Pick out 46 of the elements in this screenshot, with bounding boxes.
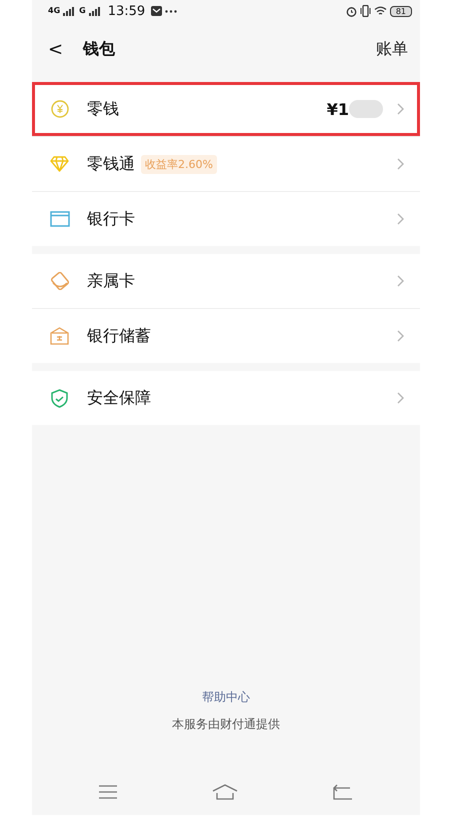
battery-level: 81 (390, 6, 412, 16)
item-label: 零钱通 (87, 154, 135, 174)
item-label: 银行卡 (87, 208, 135, 230)
yield-badge: 收益率2.60% (141, 154, 217, 174)
help-center-link[interactable]: 帮助中心 (202, 689, 250, 706)
tilted-card-icon (50, 272, 70, 290)
signal-icon (88, 6, 100, 16)
menu-icon[interactable] (99, 785, 118, 799)
item-label: 零钱 (87, 98, 119, 120)
shield-icon (51, 388, 68, 408)
signal-icon (63, 6, 74, 16)
chevron-icon (397, 330, 404, 342)
more-icon (165, 10, 178, 12)
back-nav-icon[interactable] (332, 784, 353, 800)
wallet-item[interactable]: 零钱 ¥1 (32, 82, 420, 136)
wallet-item[interactable]: 零钱通 收益率2.60% (32, 136, 420, 191)
blur-mosaic (349, 100, 383, 118)
wallet-item[interactable]: 银行储蓄 (32, 308, 420, 363)
balance-amount: ¥1 (326, 100, 349, 118)
chevron-icon (397, 213, 404, 225)
network-label: G (79, 7, 86, 15)
message-icon (151, 6, 162, 16)
back-button[interactable]: < (42, 38, 70, 60)
chevron-icon (397, 275, 404, 287)
bill-button[interactable]: 账单 (376, 38, 408, 60)
wifi-icon (374, 6, 387, 16)
chevron-icon (397, 158, 404, 170)
provider-note: 本服务由财付通提供 (172, 716, 280, 733)
wallet-item[interactable]: 安全保障 (32, 371, 420, 425)
wallet-item[interactable]: 银行卡 (32, 191, 420, 246)
wallet-item[interactable]: 亲属卡 (32, 254, 420, 308)
bank-icon (50, 327, 69, 345)
chevron-icon (397, 103, 404, 115)
bank-card-icon (50, 211, 70, 227)
network-label: 4G (48, 7, 60, 15)
item-label: 亲属卡 (87, 270, 135, 292)
item-label: 银行储蓄 (87, 326, 151, 346)
item-label: 安全保障 (87, 388, 151, 408)
home-icon[interactable] (212, 784, 238, 800)
vibrate-icon (360, 5, 371, 17)
diamond-icon (50, 156, 69, 172)
chevron-icon (397, 392, 404, 404)
coin-icon (50, 100, 68, 118)
status-time: 13:59 (108, 4, 146, 18)
alarm-icon (346, 6, 357, 16)
page-title: 钱包 (83, 38, 116, 60)
